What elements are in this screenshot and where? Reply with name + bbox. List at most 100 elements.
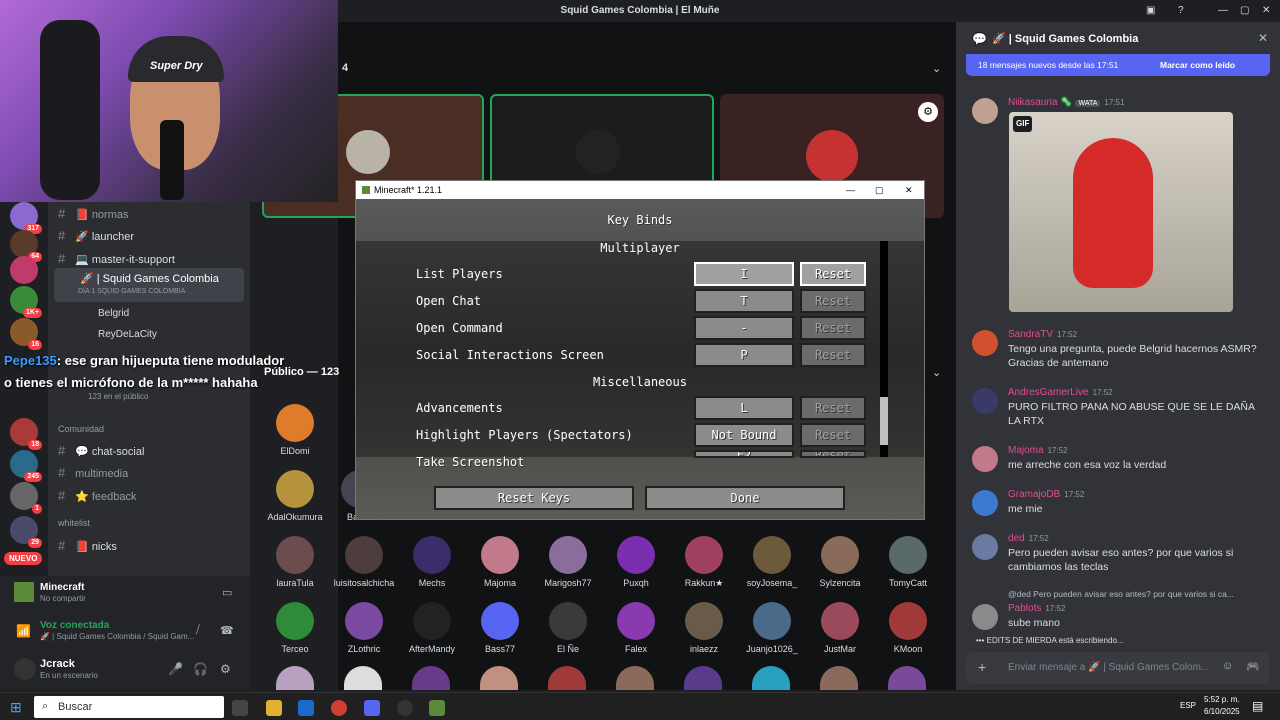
chrome-icon[interactable] [331,700,347,716]
audience-member[interactable]: Mechs [398,536,466,588]
key-button[interactable]: F2 [694,450,794,458]
scrollbar-track[interactable] [880,241,888,457]
audience-member[interactable]: JustMar [806,602,874,654]
audience-member[interactable]: Juanjo1026_ [738,602,806,654]
message-input[interactable]: + Enviar mensaje a 🚀 | Squid Games Colom… [966,652,1270,684]
server-icon[interactable]: 1K+ [10,286,42,318]
voice-member[interactable]: ReyDeLaCity [98,329,157,340]
minimize-icon[interactable]: — [846,181,855,199]
mark-read-button[interactable]: Marcar como leído [1160,60,1235,70]
minecraft-icon[interactable] [429,700,445,716]
headphones-icon[interactable]: 🎧 [193,662,208,676]
reply-preview[interactable]: @ded Pero pueden avisar eso antes? por q… [1008,589,1268,599]
key-button[interactable]: L [694,396,794,420]
reset-button[interactable]: Reset [800,316,866,340]
avatar[interactable] [972,446,998,472]
new-messages-bar[interactable]: 18 mensajes nuevos desde las 17:51 Marca… [966,54,1270,76]
settings-gear-icon[interactable]: ⚙ [220,662,231,676]
audience-member[interactable]: KMoon [874,602,942,654]
inbox-icon[interactable]: ▣ [1146,0,1155,22]
reset-button[interactable]: Reset [800,396,866,420]
done-button[interactable]: Done [645,486,845,510]
add-attachment-icon[interactable]: + [978,659,986,675]
language-indicator[interactable]: ESP [1180,701,1196,710]
avatar[interactable] [972,534,998,560]
audience-member[interactable]: Sylzencita [806,536,874,588]
category-header[interactable]: Comunidad [58,424,104,434]
avatar[interactable] [972,604,998,630]
avatar[interactable] [972,490,998,516]
disconnect-icon[interactable]: ☎ [220,624,234,637]
reset-keys-button[interactable]: Reset Keys [434,486,634,510]
active-voice-channel[interactable]: 🚀 | Squid Games Colombia DÍA 1 SQUID GAM… [54,268,244,302]
maximize-icon[interactable]: ▢ [1240,0,1249,22]
scrollbar-thumb[interactable] [880,397,888,445]
gif-image[interactable]: GIF [1009,112,1233,312]
key-button[interactable]: Not Bound [694,423,794,447]
server-icon[interactable]: 16 [10,318,42,350]
audience-member[interactable]: Majoma [466,536,534,588]
discord-icon[interactable] [364,700,380,716]
server-icon[interactable]: 64 [10,230,42,262]
server-icon[interactable]: 245 [10,450,42,482]
audience-member[interactable]: inlaezz [670,602,738,654]
user-avatar[interactable] [14,658,36,680]
taskbar-search[interactable]: ⌕ Buscar [34,696,224,718]
help-icon[interactable]: ? [1178,0,1184,22]
file-explorer-icon[interactable] [266,700,282,716]
avatar[interactable] [972,98,998,124]
reset-button[interactable]: Reset [800,343,866,367]
windows-start-icon[interactable]: ⊞ [10,699,22,716]
reset-button[interactable]: Reset [800,262,866,286]
audience-member[interactable]: Puxqh [602,536,670,588]
outlook-icon[interactable] [298,700,314,716]
date[interactable]: 6/10/2025 [1204,707,1240,716]
avatar[interactable] [972,388,998,414]
minimize-icon[interactable]: — [1218,0,1228,22]
reset-button[interactable]: Reset [800,423,866,447]
screen-share-icon[interactable]: ▭ [222,586,232,599]
close-icon[interactable]: ✕ [1258,31,1268,45]
server-icon[interactable]: 317 [10,202,42,234]
channel-item[interactable]: # 💻 master-it-support [58,251,175,266]
task-view-icon[interactable] [232,700,248,716]
gamepad-icon[interactable]: 🎮 [1246,660,1260,673]
audience-member[interactable]: Bass77 [466,602,534,654]
noise-suppression-icon[interactable]: ⧸ [196,624,200,637]
audience-member[interactable]: ElDomi [261,404,329,456]
server-icon[interactable] [10,256,38,284]
key-button[interactable]: I [694,262,794,286]
audience-member[interactable]: AfterMandy [398,602,466,654]
notifications-icon[interactable]: ▤ [1252,699,1263,713]
audience-member[interactable]: Marigosh77 [534,536,602,588]
key-button[interactable]: - [694,316,794,340]
clock[interactable]: 5:52 p. m. [1204,695,1240,704]
chevron-down-icon[interactable]: ⌄ [932,366,941,379]
avatar[interactable] [972,330,998,356]
audience-member[interactable]: Terceo [261,602,329,654]
close-icon[interactable]: ✕ [1262,0,1270,22]
key-button[interactable]: P [694,343,794,367]
audience-member[interactable]: ZLothric [330,602,398,654]
voice-member[interactable]: Belgrid [98,308,129,319]
audience-member[interactable]: El Ñe [534,602,602,654]
channel-item[interactable]: # 💬 chat-social [58,443,144,458]
server-icon[interactable]: 18 [10,418,42,450]
chevron-down-icon[interactable]: ⌄ [932,62,941,75]
close-icon[interactable]: ✕ [905,181,913,199]
reset-button[interactable]: Reset [800,450,866,458]
audience-member[interactable]: soyJosema_ [738,536,806,588]
emoji-icon[interactable]: ☺ [1222,660,1233,672]
maximize-icon[interactable]: ▢ [875,181,884,199]
audience-member[interactable]: Rakkun★ [670,536,738,589]
server-icon[interactable]: 1 [10,482,42,514]
audience-member[interactable]: lauraTula [261,536,329,588]
audience-member[interactable]: TomyCatt [874,536,942,588]
audience-member[interactable]: Falex [602,602,670,654]
obs-icon[interactable] [397,700,413,716]
channel-item[interactable]: # 🚀 launcher [58,228,134,243]
audience-member[interactable]: AdalOkumura [261,470,329,522]
channel-item[interactable]: # 📕 nicks [58,538,117,553]
category-header[interactable]: whitelist [58,518,90,528]
mic-muted-icon[interactable]: 🎤 [168,662,183,676]
